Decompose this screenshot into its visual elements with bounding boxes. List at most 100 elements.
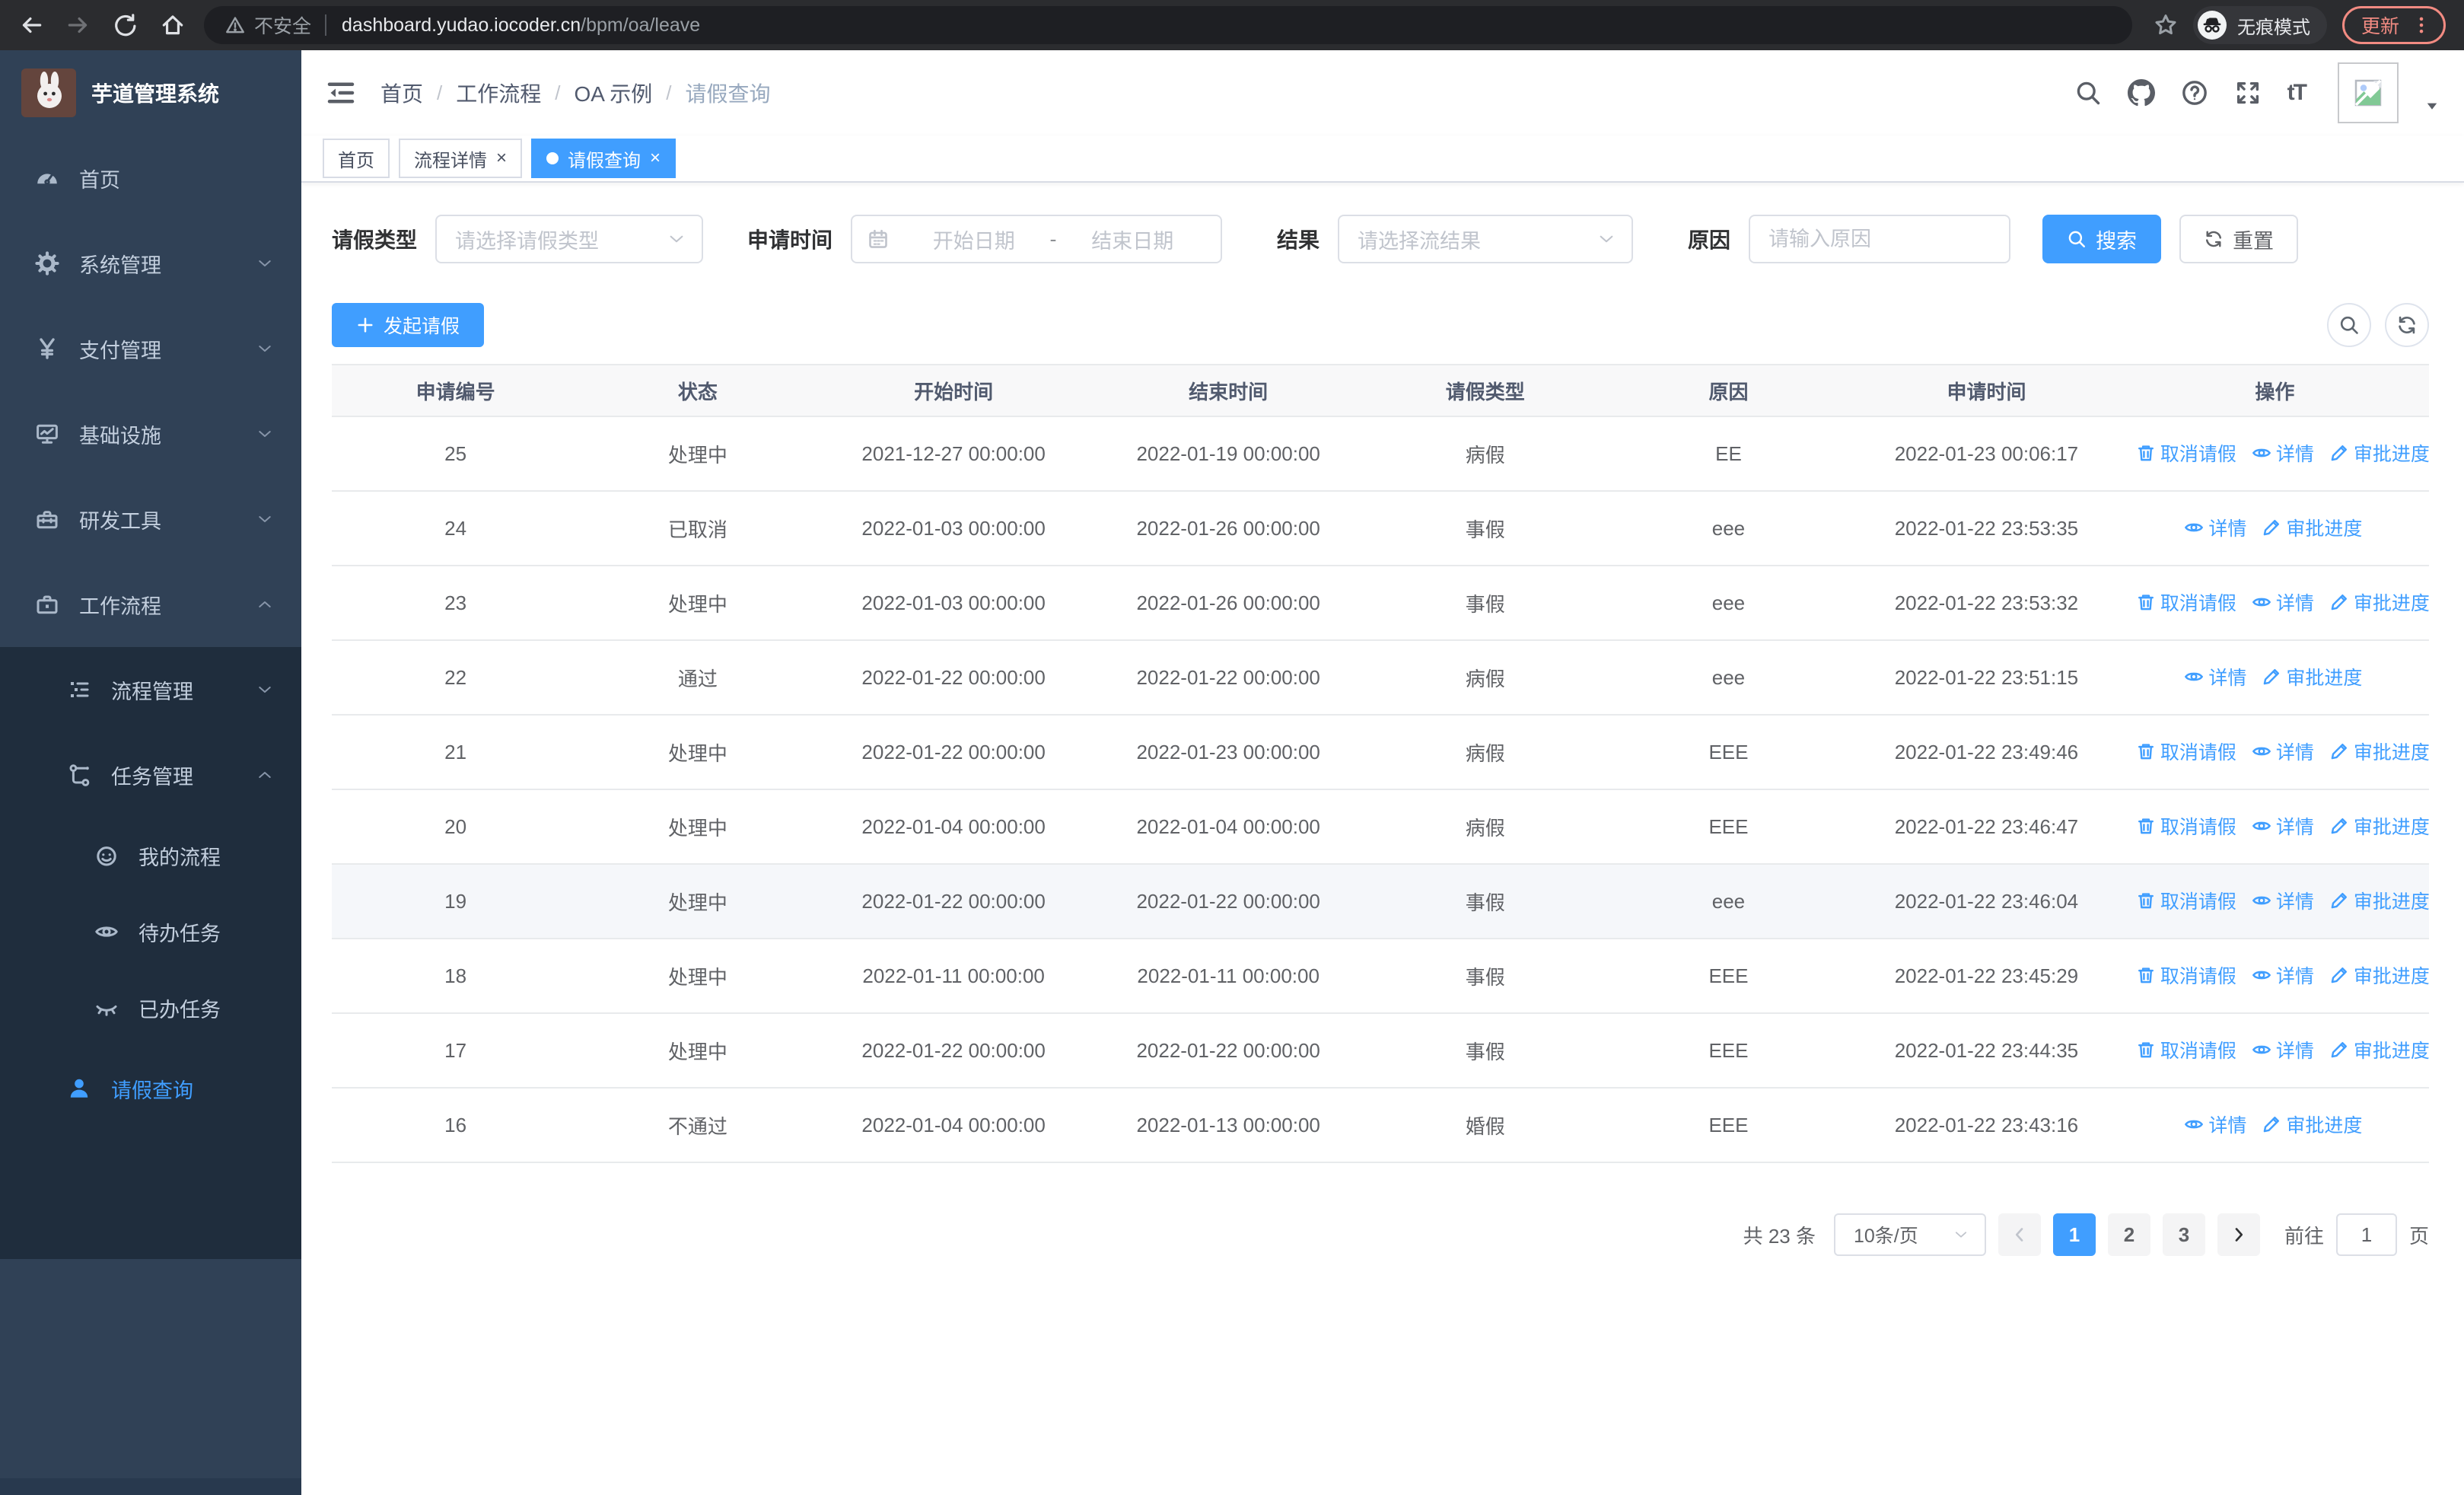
- sidebar-item-my-process[interactable]: 我的流程: [0, 818, 301, 894]
- sidebar-item-infrastructure[interactable]: 基础设施: [0, 391, 301, 477]
- breadcrumb-item[interactable]: 首页: [380, 78, 423, 108]
- action-progress-link[interactable]: 审批进度: [2262, 1111, 2362, 1138]
- table-row[interactable]: 22 通过 2022-01-22 00:00:00 2022-01-22 00:00:…: [332, 640, 2429, 716]
- fullscreen-icon[interactable]: [2234, 79, 2262, 107]
- github-icon[interactable]: [2127, 79, 2155, 107]
- prev-page-button[interactable]: [1998, 1213, 2041, 1256]
- table-refresh-button[interactable]: [2385, 303, 2429, 347]
- help-icon[interactable]: [2181, 79, 2208, 107]
- action-detail-link[interactable]: 详情: [2252, 588, 2314, 616]
- action-detail-link[interactable]: 详情: [2184, 1111, 2246, 1138]
- breadcrumb-item[interactable]: 请假查询: [685, 78, 770, 108]
- table-row[interactable]: 18 处理中 2022-01-11 00:00:00 2022-01-11 00:00…: [332, 939, 2429, 1014]
- browser-update-button[interactable]: 更新: [2341, 6, 2446, 44]
- sidebar-collapse-bar[interactable]: [0, 1478, 301, 1495]
- reset-button[interactable]: 重置: [2179, 215, 2299, 263]
- action-detail-link[interactable]: 详情: [2184, 663, 2246, 690]
- sidebar-item-home[interactable]: 首页: [0, 135, 301, 221]
- action-detail-link[interactable]: 详情: [2252, 1036, 2314, 1063]
- page-button-1[interactable]: 1: [2052, 1213, 2096, 1256]
- page-button-3[interactable]: 3: [2162, 1213, 2205, 1256]
- page-size-select[interactable]: 10条/页: [1833, 1213, 1986, 1256]
- action-cancel-link[interactable]: 取消请假: [2136, 887, 2236, 914]
- tab-leave-query[interactable]: 请假查询 ×: [531, 139, 676, 178]
- reason-input[interactable]: [1768, 227, 1991, 251]
- action-cancel-link[interactable]: 取消请假: [2136, 812, 2236, 840]
- action-progress-link[interactable]: 审批进度: [2329, 812, 2429, 840]
- action-cancel-link[interactable]: 取消请假: [2136, 588, 2236, 616]
- header-search-icon[interactable]: [2074, 79, 2102, 107]
- sidebar-item-process-mgmt[interactable]: 流程管理: [0, 647, 301, 732]
- create-leave-button[interactable]: 发起请假: [332, 303, 485, 347]
- trash-icon: [2136, 443, 2156, 463]
- table-row[interactable]: 19 处理中 2022-01-22 00:00:00 2022-01-22 00:00…: [332, 864, 2429, 939]
- action-detail-link[interactable]: 详情: [2252, 961, 2314, 989]
- breadcrumb-item[interactable]: 工作流程: [456, 78, 541, 108]
- search-button[interactable]: 搜索: [2042, 215, 2162, 263]
- action-progress-link[interactable]: 审批进度: [2329, 887, 2429, 914]
- eye-icon: [2184, 667, 2204, 687]
- sidebar-item-system-mgmt[interactable]: 系统管理: [0, 221, 301, 306]
- page-button-2[interactable]: 2: [2107, 1213, 2150, 1256]
- table-row[interactable]: 23 处理中 2022-01-03 00:00:00 2022-01-26 00:00…: [332, 566, 2429, 641]
- sidebar-item-payment-mgmt[interactable]: 支付管理: [0, 306, 301, 391]
- reload-icon[interactable]: [113, 12, 138, 38]
- action-progress-link[interactable]: 审批进度: [2329, 588, 2429, 616]
- chevron-down-icon: [667, 229, 686, 249]
- table-row[interactable]: 24 已取消 2022-01-03 00:00:00 2022-01-26 00:00…: [332, 491, 2429, 566]
- action-cancel-link[interactable]: 取消请假: [2136, 738, 2236, 765]
- column-header: 操作: [2120, 364, 2429, 417]
- action-progress-link[interactable]: 审批进度: [2329, 1036, 2429, 1063]
- goto-page-input[interactable]: [2335, 1213, 2397, 1256]
- sidebar-item-workflow[interactable]: 工作流程: [0, 562, 301, 647]
- action-progress-link[interactable]: 审批进度: [2262, 663, 2362, 690]
- sidebar-item-dev-tools[interactable]: 研发工具: [0, 477, 301, 562]
- action-progress-link[interactable]: 审批进度: [2329, 439, 2429, 467]
- action-cancel-link[interactable]: 取消请假: [2136, 1036, 2236, 1063]
- kebab-menu-icon[interactable]: [2411, 15, 2431, 35]
- eye-icon: [2184, 518, 2204, 537]
- table-row[interactable]: 20 处理中 2022-01-04 00:00:00 2022-01-04 00:00…: [332, 789, 2429, 865]
- action-progress-link[interactable]: 审批进度: [2329, 738, 2429, 765]
- table-row[interactable]: 21 处理中 2022-01-22 00:00:00 2022-01-23 00:00…: [332, 715, 2429, 790]
- next-page-button[interactable]: [2217, 1213, 2260, 1256]
- close-tab-icon[interactable]: ×: [650, 149, 661, 167]
- action-detail-link[interactable]: 详情: [2252, 812, 2314, 840]
- leave-type-select[interactable]: 请选择请假类型: [435, 215, 704, 263]
- table-row[interactable]: 16 不通过 2022-01-04 00:00:00 2022-01-13 00:00…: [332, 1088, 2429, 1163]
- breadcrumb-item[interactable]: OA 示例: [575, 78, 653, 108]
- sidebar-item-task-mgmt[interactable]: 任务管理: [0, 732, 301, 818]
- sidebar-item-done-tasks[interactable]: 已办任务: [0, 970, 301, 1046]
- action-cancel-link[interactable]: 取消请假: [2136, 439, 2236, 467]
- filter-form: 请假类型 请选择请假类型 申请时间 开始日期 - 结束日期 结果 请选择流结果: [332, 215, 2429, 263]
- bookmark-star-icon[interactable]: [2154, 13, 2178, 37]
- user-menu-caret-icon[interactable]: [2424, 99, 2440, 114]
- forward-icon[interactable]: [65, 12, 91, 38]
- app-logo[interactable]: 芋道管理系统: [0, 50, 301, 135]
- sidebar-item-todo-tasks[interactable]: 待办任务: [0, 894, 301, 970]
- action-progress-link[interactable]: 审批进度: [2262, 514, 2362, 541]
- apply-time-range-picker[interactable]: 开始日期 - 结束日期: [851, 215, 1223, 263]
- action-cancel-link[interactable]: 取消请假: [2136, 961, 2236, 989]
- address-bar[interactable]: 不安全 dashboard.yudao.iocoder.cn/bpm/oa/le…: [204, 6, 2132, 44]
- user-avatar[interactable]: [2338, 62, 2399, 123]
- refresh-icon: [2204, 229, 2224, 249]
- table-row[interactable]: 25 处理中 2021-12-27 00:00:00 2022-01-19 00:00…: [332, 416, 2429, 492]
- table-search-toggle-button[interactable]: [2327, 303, 2371, 347]
- home-icon[interactable]: [160, 12, 186, 38]
- table-row[interactable]: 17 处理中 2022-01-22 00:00:00 2022-01-22 00:00…: [332, 1013, 2429, 1089]
- result-select[interactable]: 请选择流结果: [1338, 215, 1634, 263]
- sidebar-item-leave-query[interactable]: 请假查询: [0, 1046, 301, 1131]
- sidebar-item-label: 研发工具: [79, 509, 161, 533]
- tab-home[interactable]: 首页: [323, 139, 390, 178]
- sidebar-collapse-icon[interactable]: [326, 78, 356, 108]
- close-tab-icon[interactable]: ×: [496, 149, 507, 167]
- action-detail-link[interactable]: 详情: [2252, 738, 2314, 765]
- action-detail-link[interactable]: 详情: [2184, 514, 2246, 541]
- action-detail-link[interactable]: 详情: [2252, 887, 2314, 914]
- action-progress-link[interactable]: 审批进度: [2329, 961, 2429, 989]
- font-size-icon[interactable]: tT: [2287, 80, 2307, 106]
- back-icon[interactable]: [18, 12, 44, 38]
- tab-process-detail[interactable]: 流程详情 ×: [399, 139, 523, 178]
- action-detail-link[interactable]: 详情: [2252, 439, 2314, 467]
